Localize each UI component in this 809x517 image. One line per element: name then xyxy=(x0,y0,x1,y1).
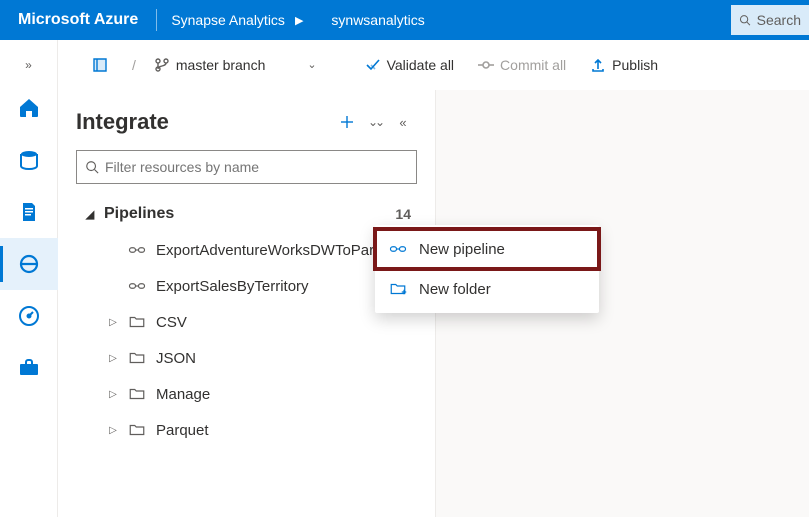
double-chevron-left-icon: « xyxy=(399,115,406,130)
branch-label: master branch xyxy=(176,57,265,73)
add-context-menu: New pipeline New folder xyxy=(375,225,599,313)
home-icon xyxy=(17,96,41,120)
check-icon xyxy=(365,57,381,73)
global-header: Microsoft Azure Synapse Analytics ▶ synw… xyxy=(0,0,809,40)
repo-icon xyxy=(92,57,108,73)
filter-box[interactable] xyxy=(76,150,417,184)
folder-item[interactable]: ▷ CSV xyxy=(76,304,417,340)
add-button[interactable] xyxy=(333,108,361,136)
rail-collapse-button[interactable]: » xyxy=(25,48,32,82)
pipeline-icon xyxy=(389,240,407,258)
validate-all-button[interactable]: Validate all xyxy=(353,49,466,81)
category-count: 14 xyxy=(395,206,417,222)
pipeline-item[interactable]: ExportSalesByTerritory xyxy=(76,268,417,304)
menu-label: New folder xyxy=(419,281,491,298)
folder-item[interactable]: ▷ JSON xyxy=(76,340,417,376)
breadcrumb-service[interactable]: Synapse Analytics ▶ xyxy=(157,12,317,28)
nav-monitor[interactable] xyxy=(0,290,58,342)
toolbox-icon xyxy=(17,356,41,380)
brand[interactable]: Microsoft Azure xyxy=(18,11,156,29)
publish-icon xyxy=(590,57,606,73)
nav-develop[interactable] xyxy=(0,186,58,238)
category-label: Pipelines xyxy=(104,205,174,223)
breadcrumb-workspace[interactable]: synwsanalytics xyxy=(317,12,438,28)
pipeline-item[interactable]: ExportAdventureWorksDWToParquet xyxy=(76,232,417,268)
commit-all-button[interactable]: Commit all xyxy=(466,49,578,81)
validate-label: Validate all xyxy=(387,57,454,73)
gauge-icon xyxy=(17,304,41,328)
collapse-panel-button[interactable]: « xyxy=(389,108,417,136)
pipeline-icon xyxy=(128,241,146,259)
folder-icon xyxy=(128,313,146,331)
database-icon xyxy=(17,148,41,172)
search-icon xyxy=(739,13,751,27)
search-icon xyxy=(85,160,99,174)
caret-right-icon: ▷ xyxy=(106,317,120,328)
caret-down-icon: ◢ xyxy=(82,208,98,221)
search-placeholder: Search xyxy=(757,12,801,28)
nav-manage[interactable] xyxy=(0,342,58,394)
caret-right-icon: ▷ xyxy=(106,425,120,436)
nav-integrate[interactable] xyxy=(0,238,58,290)
global-search[interactable]: Search xyxy=(731,5,809,35)
folder-item[interactable]: ▷ Manage xyxy=(76,376,417,412)
item-label: JSON xyxy=(156,350,196,367)
category-pipelines[interactable]: ◢ Pipelines 14 xyxy=(76,196,417,232)
folder-icon xyxy=(128,421,146,439)
chevron-down-icon: ⌄ xyxy=(307,58,316,71)
folder-icon xyxy=(128,385,146,403)
item-label: ExportAdventureWorksDWToParquet xyxy=(156,242,376,259)
menu-label: New pipeline xyxy=(419,241,505,258)
repo-indicator[interactable] xyxy=(80,49,126,81)
document-icon xyxy=(17,200,41,224)
item-label: CSV xyxy=(156,314,187,331)
new-folder-icon xyxy=(389,280,407,298)
plus-icon xyxy=(339,114,355,130)
caret-right-icon: ▷ xyxy=(106,353,120,364)
menu-new-pipeline[interactable]: New pipeline xyxy=(375,229,599,269)
chevron-right-icon: ▶ xyxy=(295,14,303,27)
commit-label: Commit all xyxy=(500,57,566,73)
branch-picker[interactable]: master branch ⌄ xyxy=(142,49,329,81)
publish-label: Publish xyxy=(612,57,658,73)
nav-home[interactable] xyxy=(0,82,58,134)
filter-input[interactable] xyxy=(105,159,408,175)
caret-right-icon: ▷ xyxy=(106,389,120,400)
item-label: Manage xyxy=(156,386,210,403)
branch-icon xyxy=(154,57,170,73)
pipeline-icon xyxy=(128,277,146,295)
left-rail: » xyxy=(0,40,58,517)
folder-icon xyxy=(128,349,146,367)
double-chevron-down-icon: ⌄⌄ xyxy=(368,115,382,129)
publish-button[interactable]: Publish xyxy=(578,49,670,81)
pipeline-icon xyxy=(17,252,41,276)
nav-data[interactable] xyxy=(0,134,58,186)
breadcrumb-service-label: Synapse Analytics xyxy=(171,12,285,28)
studio-toolbar: / master branch ⌄ Validate all Commit al… xyxy=(58,40,809,90)
folder-item[interactable]: ▷ Parquet xyxy=(76,412,417,448)
item-label: ExportSalesByTerritory xyxy=(156,278,309,295)
separator: / xyxy=(126,57,142,73)
panel-title: Integrate xyxy=(76,109,333,135)
commit-icon xyxy=(478,57,494,73)
menu-new-folder[interactable]: New folder xyxy=(375,269,599,309)
expand-all-button[interactable]: ⌄⌄ xyxy=(361,108,389,136)
item-label: Parquet xyxy=(156,422,209,439)
